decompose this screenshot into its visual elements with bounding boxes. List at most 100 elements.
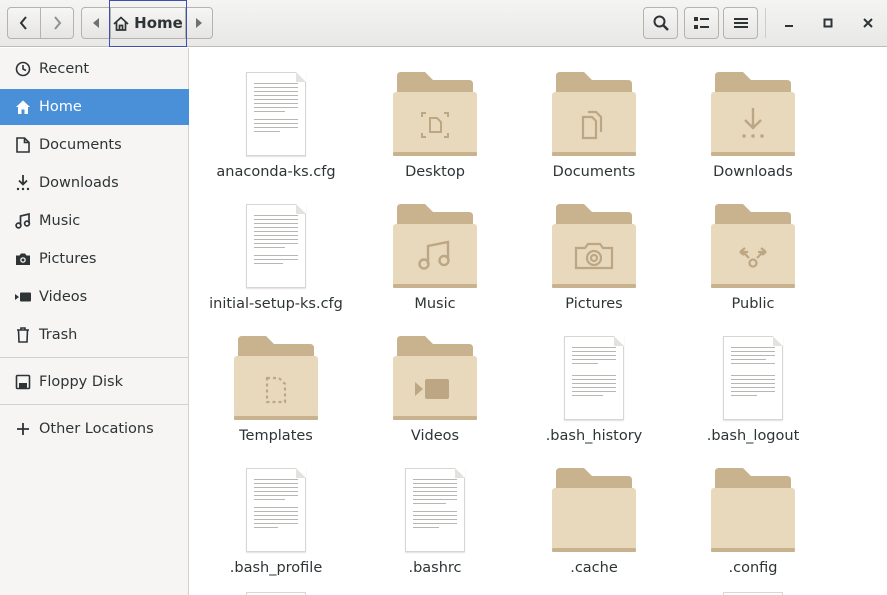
text-file-icon <box>201 460 351 552</box>
home-icon <box>14 98 32 116</box>
file-name: anaconda-ks.cfg <box>216 164 336 180</box>
download-icon <box>14 174 32 192</box>
search-icon <box>653 15 669 31</box>
sidebar-item-floppy-disk[interactable]: Floppy Disk <box>0 364 189 400</box>
maximize-button[interactable] <box>814 9 842 37</box>
path-home-label: Home <box>134 14 183 32</box>
file-name: .bash_logout <box>706 428 800 444</box>
folder-item-config[interactable]: .config <box>678 460 828 592</box>
file-item-anaconda-ks-cfg[interactable]: anaconda-ks.cfg <box>201 64 351 196</box>
folder-icon <box>519 460 669 552</box>
folder-item-cache[interactable]: .cache <box>519 460 669 592</box>
floppy-disk-icon <box>14 373 32 391</box>
sidebar-item-home[interactable]: Home <box>0 89 189 125</box>
file-name: .bash_history <box>545 428 643 444</box>
header-bar: Home <box>0 0 887 47</box>
close-icon <box>863 18 873 28</box>
back-button[interactable] <box>7 7 41 39</box>
file-name: Documents <box>552 164 636 180</box>
folder-icon <box>360 64 510 156</box>
sidebar-item-documents[interactable]: Documents <box>0 127 189 163</box>
file-name: .bashrc <box>408 560 462 576</box>
chevron-right-icon <box>54 16 62 30</box>
text-file-icon <box>201 64 351 156</box>
text-file-icon <box>519 328 669 420</box>
folder-item-desktop[interactable]: Desktop <box>360 64 510 196</box>
file-name: Videos <box>410 428 460 444</box>
path-scroll-right-button[interactable] <box>185 7 213 39</box>
home-icon <box>113 15 129 31</box>
chevron-left-icon <box>19 16 27 30</box>
sidebar-item-label: Home <box>39 99 82 115</box>
text-file-icon <box>360 460 510 552</box>
folder-icon <box>678 196 828 288</box>
list-view-icon <box>694 17 709 29</box>
minimize-button[interactable] <box>775 9 803 37</box>
file-name: Desktop <box>405 164 465 180</box>
text-file-icon <box>201 196 351 288</box>
file-item-bash-history[interactable]: .bash_history <box>519 328 669 460</box>
path-home-button[interactable]: Home <box>110 7 186 39</box>
file-name: .config <box>728 560 778 576</box>
path-scroll-left-button[interactable] <box>81 7 111 39</box>
file-name: Downloads <box>713 164 793 180</box>
trash-icon <box>14 326 32 344</box>
file-name: .cache <box>570 560 618 576</box>
sidebar-item-label: Floppy Disk <box>39 374 123 390</box>
folder-icon <box>678 64 828 156</box>
clock-icon <box>14 60 32 78</box>
minimize-icon <box>785 25 793 27</box>
file-name: Music <box>414 296 456 312</box>
folder-item-public[interactable]: Public <box>678 196 828 328</box>
folder-item-templates[interactable]: Templates <box>201 328 351 460</box>
file-item-bashrc[interactable]: .bashrc <box>360 460 510 592</box>
sidebar-item-videos[interactable]: Videos <box>0 279 189 315</box>
music-icon <box>14 212 32 230</box>
sidebar-item-downloads[interactable]: Downloads <box>0 165 189 201</box>
sidebar-item-other-locations[interactable]: Other Locations <box>0 411 189 447</box>
view-toggle-button[interactable] <box>684 7 719 39</box>
forward-button[interactable] <box>40 7 74 39</box>
plus-icon <box>14 420 32 438</box>
sidebar-divider <box>0 357 189 358</box>
file-name: Public <box>731 296 775 312</box>
folder-icon <box>201 328 351 420</box>
file-item-bash-profile[interactable]: .bash_profile <box>201 460 351 592</box>
search-button[interactable] <box>643 7 678 39</box>
sidebar-item-label: Other Locations <box>39 421 154 437</box>
folder-item-videos[interactable]: Videos <box>360 328 510 460</box>
sidebar-item-trash[interactable]: Trash <box>0 317 189 353</box>
places-sidebar: Recent Home Documents Downloads Music Pi… <box>0 48 189 595</box>
file-grid: anaconda-ks.cfg Desktop Documents Downlo… <box>190 48 887 595</box>
sidebar-item-label: Music <box>39 213 81 229</box>
close-button[interactable] <box>854 9 882 37</box>
folder-item-pictures[interactable]: Pictures <box>519 196 669 328</box>
sidebar-item-label: Pictures <box>39 251 97 267</box>
sidebar-item-recent[interactable]: Recent <box>0 51 189 87</box>
sidebar-item-pictures[interactable]: Pictures <box>0 241 189 277</box>
file-item-initial-setup-ks-cfg[interactable]: initial-setup-ks.cfg <box>201 196 351 328</box>
file-name: initial-setup-ks.cfg <box>209 296 343 312</box>
document-icon <box>14 136 32 154</box>
folder-icon <box>519 64 669 156</box>
sidebar-item-label: Recent <box>39 61 90 77</box>
folder-item-documents[interactable]: Documents <box>519 64 669 196</box>
file-item-bash-logout[interactable]: .bash_logout <box>678 328 828 460</box>
sidebar-item-music[interactable]: Music <box>0 203 189 239</box>
header-separator <box>765 8 766 38</box>
file-name: Pictures <box>565 296 623 312</box>
camera-icon <box>14 250 32 268</box>
menu-button[interactable] <box>723 7 758 39</box>
folder-item-music[interactable]: Music <box>360 196 510 328</box>
maximize-icon <box>823 18 833 28</box>
sidebar-item-label: Downloads <box>39 175 119 191</box>
folder-icon <box>360 328 510 420</box>
folder-icon <box>360 196 510 288</box>
file-name: Templates <box>239 428 313 444</box>
folder-icon <box>678 460 828 552</box>
sidebar-item-label: Trash <box>39 327 78 343</box>
video-icon <box>14 288 32 306</box>
sidebar-divider <box>0 404 189 405</box>
folder-item-downloads[interactable]: Downloads <box>678 64 828 196</box>
sidebar-item-label: Documents <box>39 137 122 153</box>
